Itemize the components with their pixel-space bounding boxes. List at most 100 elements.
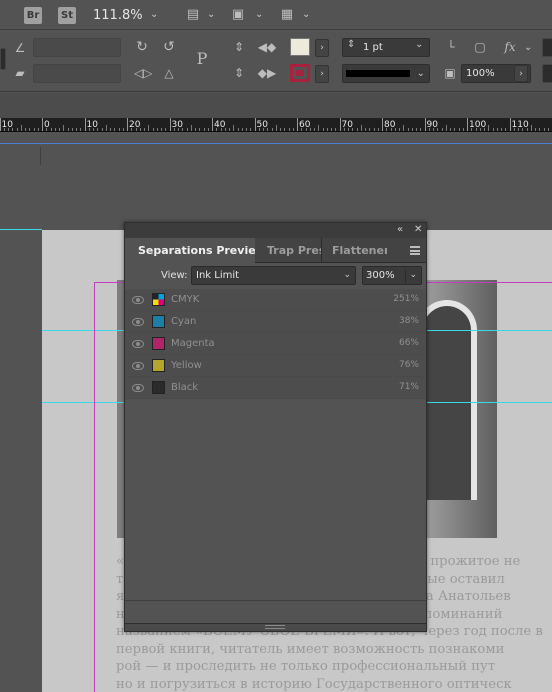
rotate-clockwise-icon[interactable]: ↻ [134, 40, 150, 54]
select-next-icon[interactable]: ◆▶ [256, 66, 278, 80]
stroke-swatch[interactable] [290, 64, 310, 82]
guide-line [0, 143, 552, 144]
ruler-minor-tick [399, 128, 400, 131]
ruler-minor-tick [305, 128, 307, 131]
panel-menu-icon[interactable] [410, 246, 420, 255]
stroke-weight-value: 1 pt [363, 42, 383, 53]
tab-separations-preview[interactable]: Separations Preview [125, 238, 255, 263]
ruler-minor-tick [365, 128, 366, 131]
fill-menu-button[interactable]: › [315, 39, 329, 57]
ruler-minor-tick [348, 128, 349, 131]
ruler-minor-tick [110, 128, 111, 131]
left-edge-handle [0, 48, 6, 70]
ruler-minor-tick [488, 125, 490, 131]
screen-mode-icon[interactable]: ▣ [229, 8, 247, 22]
arrange-chevron-icon[interactable]: ⌄ [302, 9, 310, 20]
visibility-eye-icon[interactable] [132, 296, 144, 304]
corner-options-icon[interactable]: └ [443, 40, 459, 54]
stock-button[interactable]: St [58, 7, 76, 24]
stroke-type-chevron-icon[interactable]: ⌄ [417, 65, 425, 82]
ruler-minor-tick [450, 128, 451, 131]
effects-chevron-icon[interactable]: ⌄ [524, 42, 532, 53]
ruler-minor-tick [390, 128, 392, 131]
ink-value: 71% [398, 382, 419, 392]
horizontal-ruler[interactable]: 10 0 10 20 30 40 50 60 70 80 90 100 110 [0, 118, 552, 132]
select-content-icon[interactable]: ⇕ [231, 66, 247, 80]
ruler-major-tick [339, 118, 341, 131]
ruler-minor-tick [373, 128, 375, 131]
visibility-eye-icon[interactable] [132, 384, 144, 392]
flip-vertical-icon[interactable]: △ [161, 66, 177, 80]
flip-horizontal-icon[interactable]: ◁▷ [134, 66, 152, 80]
ink-row-black[interactable]: Black 71% [125, 377, 426, 399]
ruler-minor-tick [80, 128, 82, 131]
ruler-minor-tick [462, 128, 464, 131]
arrange-documents-icon[interactable]: ▦ [277, 8, 297, 22]
ruler-minor-tick [165, 128, 167, 131]
panel-tabs: Separations Preview Trap Prese Flattener… [125, 238, 426, 263]
ink-limit-select[interactable]: 300% ⌄ [362, 266, 422, 285]
select-previous-icon[interactable]: ◀◆ [256, 40, 278, 54]
ruler-minor-tick [309, 128, 311, 131]
ruler-minor-tick [54, 128, 56, 131]
resize-grip-icon[interactable] [265, 625, 285, 629]
bridge-button[interactable]: Br [24, 7, 42, 24]
ink-row-magenta[interactable]: Magenta 66% [125, 333, 426, 355]
ruler-minor-tick [492, 128, 494, 131]
ruler-major-tick [127, 118, 128, 131]
collapse-panel-icon[interactable]: « [397, 224, 403, 235]
ruler-minor-tick [441, 128, 443, 131]
stroke-type-select[interactable]: ⌄ [342, 64, 430, 83]
ink-name: Yellow [171, 360, 202, 371]
ink-row-cmyk[interactable]: CMYK 251% [125, 289, 426, 311]
ruler-minor-tick [8, 128, 9, 131]
view-options-chevron-icon[interactable]: ⌄ [207, 9, 215, 20]
rotate-counterclockwise-icon[interactable]: ↺ [161, 40, 177, 54]
reference-point-icon[interactable]: P [191, 51, 213, 67]
panel-title-bar[interactable]: « ✕ [125, 223, 426, 238]
ruler-minor-tick [186, 128, 188, 131]
ruler-minor-tick [475, 128, 477, 131]
tab-flattener-preview[interactable]: Flattener P [321, 238, 387, 263]
ruler-minor-tick [314, 128, 315, 131]
ruler-minor-tick [275, 125, 277, 131]
select-container-icon[interactable]: ⇕ [231, 40, 247, 54]
right-edge-button[interactable] [542, 38, 552, 57]
ruler-minor-tick [267, 128, 269, 131]
ruler-minor-tick [190, 125, 192, 131]
panel-resize-bar[interactable] [125, 623, 426, 631]
opacity-value: 100% [466, 68, 495, 79]
opacity-menu-button[interactable]: › [514, 65, 528, 82]
effects-button[interactable]: fx [500, 40, 520, 54]
stroke-weight-stepper-icon[interactable]: ⇕ [347, 39, 355, 50]
control-panel: ∠ ▰ ↻ ↺ ◁▷ △ P ⇕ ◀◆ ⇕ ◆▶ › › 1 pt ⇕ ⌄ ⌄ … [0, 30, 552, 92]
ruler-minor-tick [479, 128, 481, 131]
ink-row-cyan[interactable]: Cyan 38% [125, 311, 426, 333]
rotate-angle-field[interactable] [33, 64, 121, 83]
screen-mode-chevron-icon[interactable]: ⌄ [255, 9, 263, 20]
close-panel-icon[interactable]: ✕ [414, 224, 422, 235]
ruler-minor-tick [335, 128, 337, 131]
drop-shadow-icon[interactable]: ▢ [472, 40, 488, 54]
black-ink-icon [152, 381, 165, 394]
ruler-minor-tick [93, 128, 94, 131]
visibility-eye-icon[interactable] [132, 318, 144, 326]
ruler-minor-tick [59, 128, 60, 131]
zoom-level[interactable]: 111.8% [93, 8, 143, 23]
visibility-eye-icon[interactable] [132, 362, 144, 370]
view-select[interactable]: Ink Limit ⌄ [191, 266, 356, 285]
zoom-chevron-icon[interactable]: ⌄ [150, 9, 158, 20]
ruler-minor-tick [229, 128, 230, 131]
view-options-icon[interactable]: ▤ [183, 8, 203, 22]
shear-angle-field[interactable] [33, 38, 121, 57]
stroke-menu-button[interactable]: › [315, 65, 329, 83]
visibility-eye-icon[interactable] [132, 340, 144, 348]
tab-trap-presets[interactable]: Trap Prese [255, 238, 321, 263]
right-edge-button-2[interactable] [542, 64, 552, 83]
stroke-weight-chevron-icon[interactable]: ⌄ [415, 39, 423, 50]
fill-swatch[interactable] [290, 38, 310, 56]
ruler-minor-tick [131, 128, 133, 131]
ink-row-yellow[interactable]: Yellow 76% [125, 355, 426, 377]
ruler-minor-tick [3, 128, 5, 131]
view-row: View: Ink Limit ⌄ 300% ⌄ [125, 263, 426, 289]
